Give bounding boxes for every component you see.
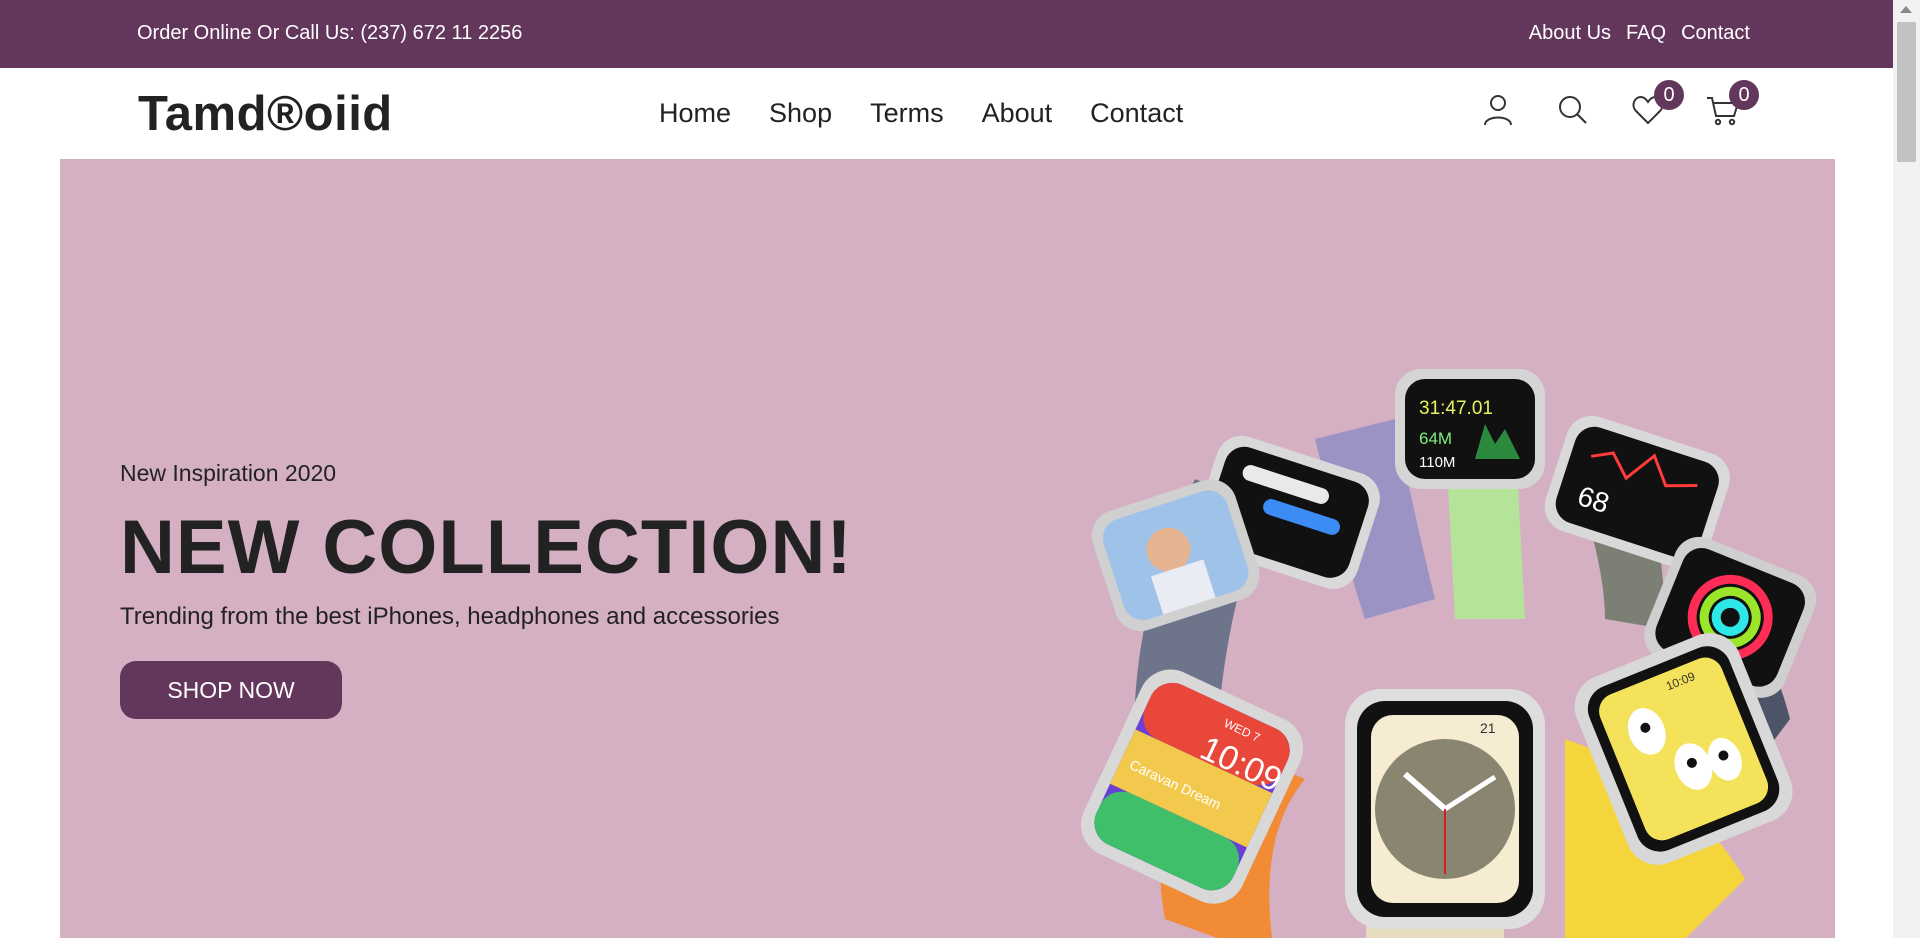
nav-about[interactable]: About [982, 98, 1053, 129]
top-link-about-us[interactable]: About Us [1529, 22, 1611, 45]
elevation-gained: 64M [1419, 429, 1452, 448]
top-link-contact[interactable]: Contact [1681, 22, 1750, 45]
hero-tagline: Trending from the best iPhones, headphon… [120, 603, 780, 630]
scroll-thumb[interactable] [1897, 22, 1916, 162]
workout-timer: 31:47.01 [1419, 398, 1493, 419]
page-scrollbar[interactable] [1893, 0, 1920, 938]
elevation-value: 110M [1419, 454, 1455, 471]
shop-now-button[interactable]: SHOP NOW [120, 661, 342, 719]
hero-subtitle: New Inspiration 2020 [120, 460, 337, 486]
hero-headline: NEW COLLECTION! [120, 505, 853, 590]
cart-icon[interactable]: 0 [1705, 80, 1759, 132]
nav-home[interactable]: Home [659, 98, 731, 129]
cart-count-badge: 0 [1729, 80, 1759, 110]
nav-terms[interactable]: Terms [870, 98, 944, 129]
main-header: Tamd®oiid Home Shop Terms About Contact … [0, 68, 1893, 159]
dial-day: 21 [1480, 720, 1496, 736]
heart-icon[interactable]: 0 [1630, 80, 1684, 132]
wishlist-count-badge: 0 [1654, 80, 1684, 110]
site-logo[interactable]: Tamd®oiid [138, 86, 393, 142]
scroll-up-arrow-icon[interactable] [1900, 6, 1912, 13]
header-actions: 0 0 [1480, 80, 1759, 142]
main-nav: Home Shop Terms About Contact [659, 98, 1183, 129]
user-icon[interactable] [1480, 92, 1520, 132]
top-link-faq[interactable]: FAQ [1626, 22, 1666, 45]
top-bar: Order Online Or Call Us: (237) 672 11 22… [0, 0, 1893, 68]
nav-shop[interactable]: Shop [769, 98, 832, 129]
order-contact-text: Order Online Or Call Us: (237) 672 11 22… [137, 22, 523, 44]
top-links: About Us FAQ Contact [1529, 22, 1750, 45]
search-icon[interactable] [1555, 92, 1595, 132]
watch-collection-image: 31:47.01 64M 110M 68 10:09 WED 7 Caravan… [1081, 369, 1817, 938]
hero-banner: New Inspiration 2020 NEW COLLECTION! Tre… [60, 159, 1835, 938]
nav-contact[interactable]: Contact [1090, 98, 1183, 129]
